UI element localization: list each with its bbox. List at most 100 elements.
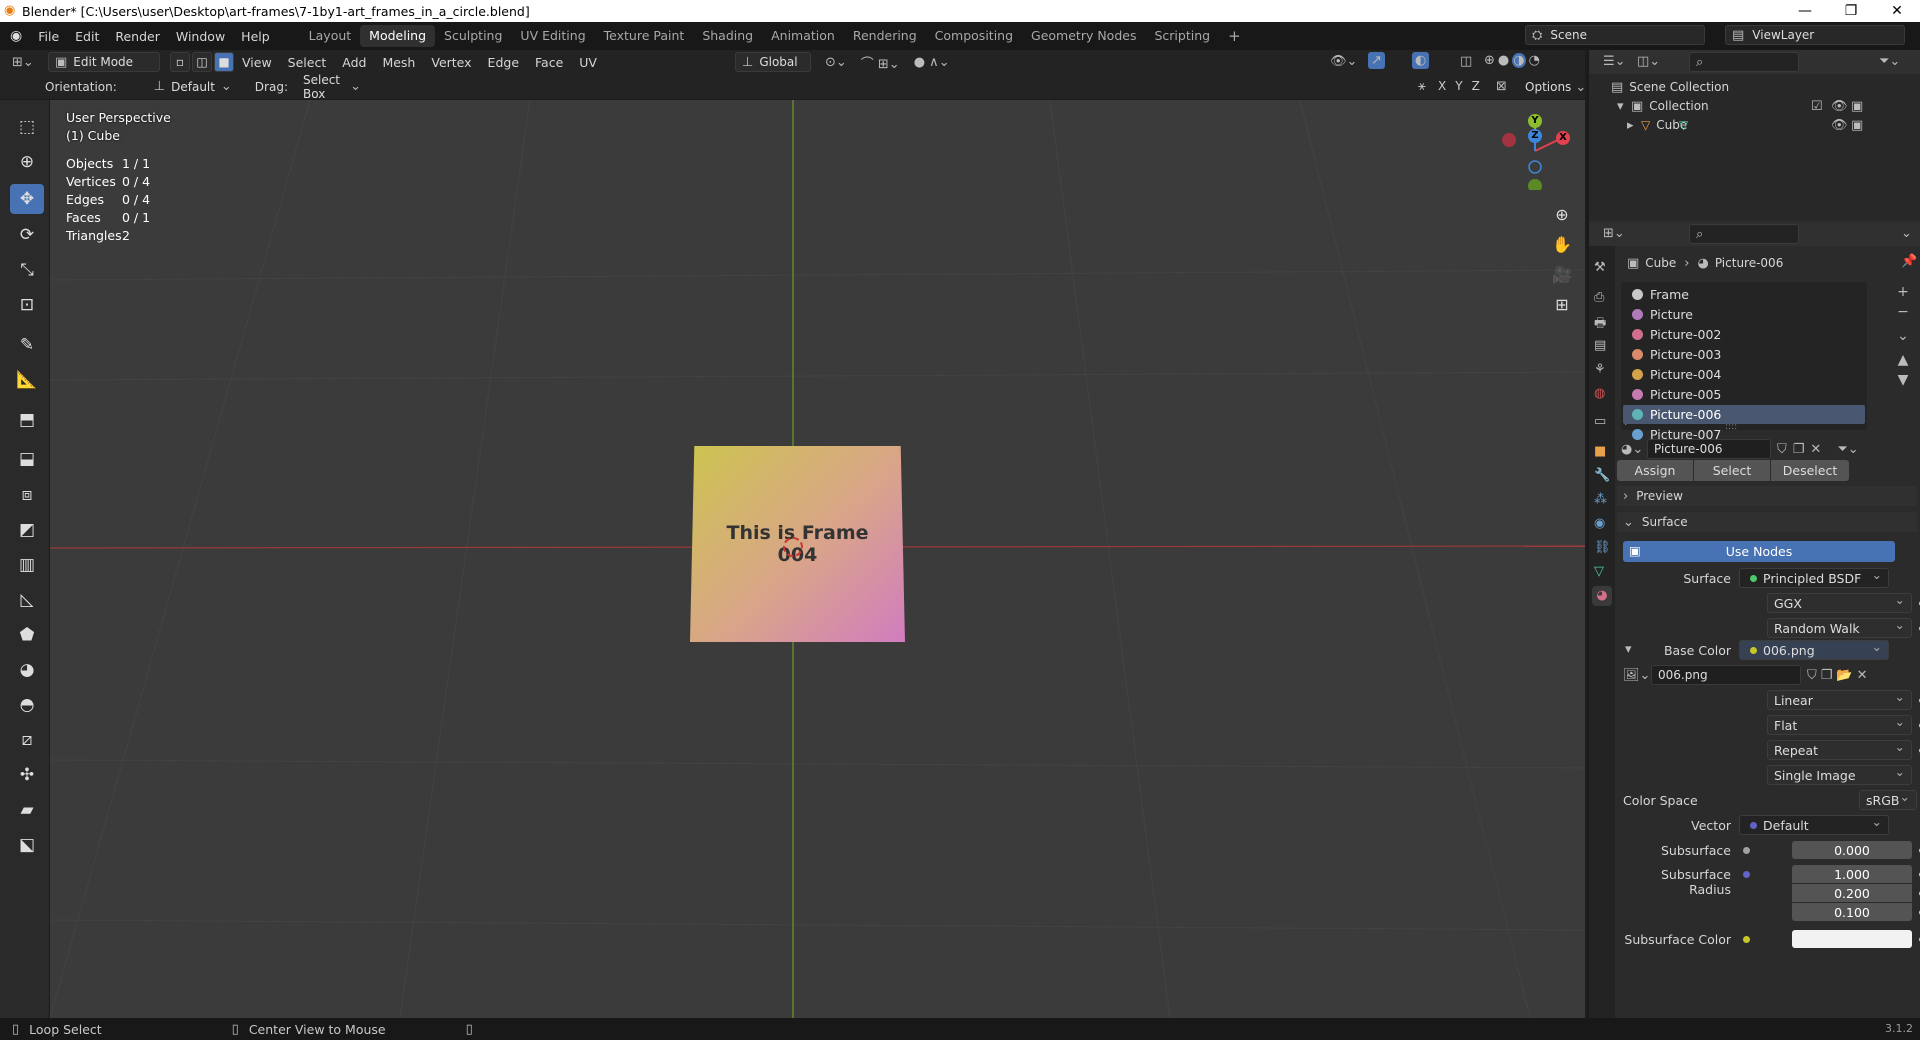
- maximize-button[interactable]: ❐: [1828, 0, 1874, 22]
- eye-icon[interactable]: 👁: [1831, 118, 1848, 133]
- tab-modeling[interactable]: Modeling: [360, 25, 436, 47]
- menu-vertex[interactable]: Vertex: [423, 55, 479, 70]
- cursor-tool-icon[interactable]: ⊕: [10, 147, 44, 177]
- preview-panel-header[interactable]: › Preview: [1617, 486, 1917, 506]
- physics-tab-icon[interactable]: ◉: [1594, 516, 1605, 531]
- menu-window[interactable]: Window: [168, 29, 233, 44]
- face-select-icon[interactable]: ■: [214, 52, 234, 72]
- orientation-dropdown[interactable]: ⊥ Default ⌄: [146, 76, 239, 97]
- chevron-down-icon[interactable]: ⌄: [1901, 226, 1912, 241]
- options-dropdown[interactable]: Options ⌄: [1518, 77, 1586, 97]
- close-button[interactable]: ✕: [1874, 0, 1920, 22]
- menu-mesh[interactable]: Mesh: [374, 55, 423, 70]
- output-tab-icon[interactable]: 🖶: [1594, 314, 1606, 336]
- inset-tool-icon[interactable]: ⧈: [10, 480, 44, 510]
- auto-merge-icon[interactable]: ⊠: [1496, 79, 1507, 94]
- poly-build-tool-icon[interactable]: ⬟: [10, 620, 44, 650]
- camera-icon[interactable]: ▣: [1851, 99, 1863, 114]
- editor-type-icon[interactable]: ⊞⌄: [12, 55, 40, 70]
- pin-icon[interactable]: 📌: [1901, 254, 1917, 269]
- pan-hand-icon[interactable]: ✋: [1550, 230, 1574, 260]
- scale-tool-icon[interactable]: ⤡: [10, 255, 44, 285]
- use-nodes-button[interactable]: ▣ Use Nodes: [1623, 541, 1895, 562]
- camera-icon[interactable]: ▣: [1851, 118, 1863, 133]
- rotate-tool-icon[interactable]: ⟳: [10, 220, 44, 250]
- menu-face[interactable]: Face: [527, 55, 571, 70]
- zoom-icon[interactable]: ⊕: [1550, 200, 1574, 230]
- tab-sculpting[interactable]: Sculpting: [435, 25, 511, 47]
- mode-selector[interactable]: ▣ Edit Mode: [48, 52, 160, 72]
- tab-layout[interactable]: Layout: [300, 25, 361, 47]
- image-browse-icon[interactable]: 🖼⌄: [1623, 668, 1651, 683]
- subsurface-radius-z-field[interactable]: 0.100: [1792, 903, 1912, 921]
- menu-view[interactable]: View: [234, 55, 280, 70]
- distribution-dropdown[interactable]: GGX: [1767, 592, 1912, 613]
- visibility-icon[interactable]: 👁⌄: [1330, 54, 1357, 69]
- expand-arrow-icon[interactable]: ▸: [1627, 118, 1641, 133]
- menu-select[interactable]: Select: [280, 55, 335, 70]
- rendered-shading-icon[interactable]: ◔: [1529, 53, 1540, 68]
- outliner-editor-icon[interactable]: ☰⌄: [1603, 54, 1626, 69]
- subsurface-radius-x-field[interactable]: 1.000: [1792, 865, 1912, 883]
- menu-edge[interactable]: Edge: [480, 55, 527, 70]
- minimize-button[interactable]: —: [1782, 0, 1828, 22]
- data-tab-icon[interactable]: ▽: [1594, 564, 1604, 579]
- mesh-data-icon[interactable]: ▽: [1679, 118, 1688, 132]
- menu-help[interactable]: Help: [233, 29, 278, 44]
- mirror-z-toggle[interactable]: Z: [1472, 79, 1480, 93]
- menu-add[interactable]: Add: [334, 55, 374, 70]
- fake-user-icon[interactable]: ⛉: [1807, 668, 1817, 683]
- material-slot-item[interactable]: Frame: [1623, 285, 1865, 304]
- snap-icon[interactable]: ⌒ ⊞⌄: [861, 53, 900, 72]
- scene-tab-icon[interactable]: ⚘: [1594, 362, 1606, 377]
- render-tab-icon[interactable]: ⎙: [1594, 290, 1604, 305]
- tab-compositing[interactable]: Compositing: [926, 25, 1022, 47]
- menu-uv[interactable]: UV: [571, 55, 605, 70]
- vertex-select-icon[interactable]: ▫: [170, 52, 190, 72]
- material-slot-item[interactable]: Picture-004: [1623, 365, 1865, 384]
- material-slot-item[interactable]: Picture-003: [1623, 345, 1865, 364]
- vector-input-field[interactable]: Default: [1739, 814, 1889, 835]
- source-dropdown[interactable]: Single Image: [1767, 764, 1912, 785]
- filter-icon[interactable]: ⏷⌄: [1879, 54, 1900, 69]
- mirror-icon[interactable]: ⚹: [1418, 79, 1426, 94]
- add-workspace-icon[interactable]: +: [1219, 25, 1250, 47]
- tab-rendering[interactable]: Rendering: [844, 25, 926, 47]
- view-layer-selector[interactable]: ▤ ViewLayer: [1725, 25, 1905, 45]
- shrink-fatten-tool-icon[interactable]: ✣: [10, 760, 44, 790]
- material-slot-item[interactable]: Picture-002: [1623, 325, 1865, 344]
- unlink-icon[interactable]: ✕: [1857, 668, 1868, 683]
- rip-tool-icon[interactable]: ⬕: [10, 830, 44, 860]
- mirror-x-toggle[interactable]: X: [1438, 79, 1446, 93]
- view-layer-tab-icon[interactable]: ▤: [1594, 338, 1606, 353]
- interpolation-dropdown[interactable]: Linear: [1767, 689, 1912, 710]
- proportional-edit-icon[interactable]: ● ∧⌄: [914, 55, 950, 70]
- menu-render[interactable]: Render: [107, 29, 168, 44]
- particles-tab-icon[interactable]: ⁂: [1594, 492, 1607, 507]
- tab-scripting[interactable]: Scripting: [1145, 25, 1219, 47]
- edge-select-icon[interactable]: ◫: [192, 52, 212, 72]
- extension-dropdown[interactable]: Repeat: [1767, 739, 1912, 760]
- projection-dropdown[interactable]: Flat: [1767, 714, 1912, 735]
- expand-arrow-icon[interactable]: ▾: [1617, 99, 1631, 114]
- subsurface-value-field[interactable]: 0.000: [1792, 841, 1912, 859]
- outliner-scene-collection[interactable]: ▤ Scene Collection: [1611, 78, 1729, 96]
- mirror-y-toggle[interactable]: Y: [1455, 79, 1462, 93]
- move-tool-icon[interactable]: ✥: [10, 184, 44, 214]
- checkbox-icon[interactable]: ☑: [1811, 99, 1823, 114]
- tool-tab-icon[interactable]: ⚒: [1594, 260, 1606, 275]
- shear-tool-icon[interactable]: ▰: [10, 795, 44, 825]
- assign-button[interactable]: Assign: [1617, 460, 1693, 481]
- subsurface-color-swatch[interactable]: [1792, 930, 1912, 948]
- tab-texture-paint[interactable]: Texture Paint: [595, 25, 694, 47]
- collection-tab-icon[interactable]: ▭: [1594, 414, 1606, 429]
- remove-slot-button[interactable]: −: [1893, 302, 1913, 322]
- material-shading-icon[interactable]: ◑: [1512, 53, 1526, 68]
- gizmo-z-axis[interactable]: Z: [1528, 129, 1542, 143]
- loop-cut-tool-icon[interactable]: ▥: [10, 550, 44, 580]
- open-folder-icon[interactable]: 📂: [1836, 668, 1852, 683]
- bevel-tool-icon[interactable]: ◩: [10, 515, 44, 545]
- transform-orientation-selector[interactable]: ⊥ Global: [734, 52, 811, 72]
- outliner-cube[interactable]: ▸ ▽ Cube ▽ 👁 ▣: [1627, 116, 1917, 134]
- gizmo-toggle-icon[interactable]: ↗: [1368, 52, 1385, 69]
